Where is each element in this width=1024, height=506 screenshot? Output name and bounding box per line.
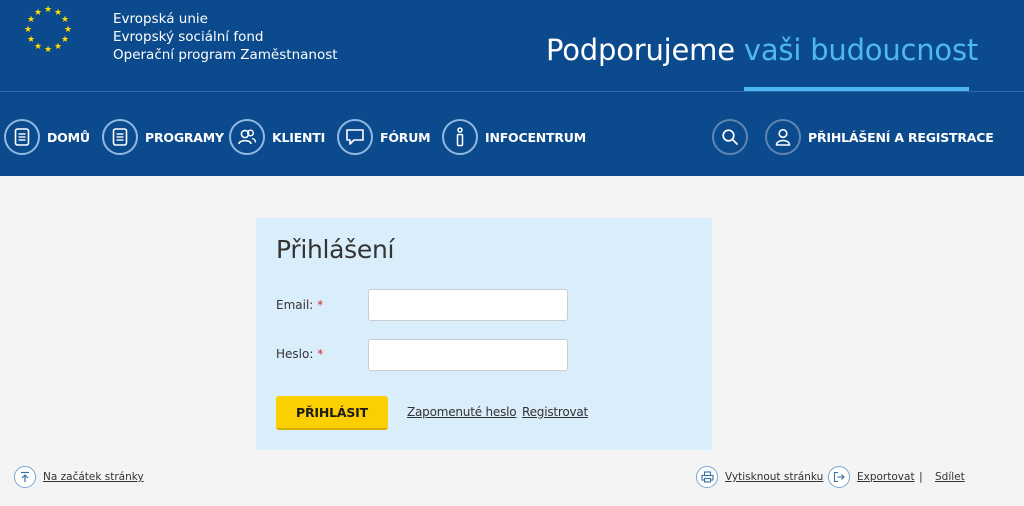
forgot-password-link[interactable]: Zapomenuté heslo: [407, 405, 517, 419]
printer-icon: [696, 466, 718, 488]
site-header: ★ ★ ★ ★ ★ ★ ★ ★ ★ ★ ★ ★ Evropská unie Ev…: [0, 0, 1024, 176]
search-button[interactable]: [712, 119, 755, 155]
nav-label-forum: FÓRUM: [380, 129, 431, 145]
slogan-main: Podporujeme: [546, 33, 744, 67]
eu-line-union: Evropská unie: [113, 11, 208, 27]
svg-text:★: ★: [27, 35, 35, 45]
users-icon: [229, 119, 265, 155]
nav-item-infocentrum[interactable]: INFOCENTRUM: [442, 119, 586, 155]
speech-bubble-icon: [337, 119, 373, 155]
info-icon: [442, 119, 478, 155]
svg-text:★: ★: [54, 42, 62, 52]
email-label-text: Email:: [276, 298, 314, 312]
header-divider: [0, 91, 1024, 92]
login-submit-button[interactable]: PŘIHLÁSIT: [276, 396, 388, 430]
required-mark: *: [317, 298, 324, 312]
header-slogan: Podporujeme vaši budoucnost: [546, 33, 978, 67]
email-input[interactable]: [368, 289, 568, 321]
document-icon: [4, 119, 40, 155]
nav-label-home: DOMŮ: [47, 129, 90, 145]
arrow-up-icon: [14, 466, 36, 488]
svg-text:★: ★: [24, 25, 32, 35]
footer-separator: |: [919, 470, 923, 483]
svg-text:★: ★: [34, 8, 42, 18]
eu-line-program: Operační program Zaměstnanost: [113, 47, 338, 63]
nav-label-clients: KLIENTI: [272, 129, 326, 145]
export-link[interactable]: Exportovat: [828, 466, 915, 488]
eu-flag-logo: ★ ★ ★ ★ ★ ★ ★ ★ ★ ★ ★ ★: [0, 0, 96, 63]
svg-text:★: ★: [44, 45, 52, 55]
back-to-top-link[interactable]: Na začátek stránky: [14, 466, 144, 488]
svg-text:★: ★: [34, 42, 42, 52]
register-link[interactable]: Registrovat: [522, 405, 588, 419]
nav-label-programs: PROGRAMY: [145, 129, 224, 145]
nav-label-infocentrum: INFOCENTRUM: [485, 129, 586, 145]
password-input[interactable]: [368, 339, 568, 371]
user-icon: [765, 119, 801, 155]
password-label-text: Heslo:: [276, 347, 314, 361]
print-page-label: Vytisknout stránku: [725, 471, 824, 483]
search-icon: [712, 119, 748, 155]
nav-item-forum[interactable]: FÓRUM: [337, 119, 431, 155]
svg-text:★: ★: [44, 5, 52, 15]
nav-item-home[interactable]: DOMŮ: [4, 119, 90, 155]
print-page-link[interactable]: Vytisknout stránku: [696, 466, 823, 488]
password-label: Heslo: *: [276, 347, 323, 361]
document-icon: [102, 119, 138, 155]
email-label: Email: *: [276, 298, 323, 312]
svg-text:★: ★: [61, 15, 69, 25]
export-icon: [828, 466, 850, 488]
nav-item-login-register[interactable]: PŘIHLÁŠENÍ A REGISTRACE: [765, 119, 994, 155]
login-title: Přihlášení: [276, 235, 395, 264]
share-link[interactable]: Sdílet: [935, 471, 965, 483]
svg-text:★: ★: [61, 35, 69, 45]
eu-line-fund: Evropský sociální fond: [113, 29, 264, 45]
nav-item-clients[interactable]: KLIENTI: [229, 119, 325, 155]
svg-text:★: ★: [64, 25, 72, 35]
nav-item-programs[interactable]: PROGRAMY: [102, 119, 224, 155]
login-panel: Přihlášení Email: * Heslo: * PŘIHLÁSIT Z…: [256, 218, 712, 450]
eu-program-text: Evropská unie Evropský sociální fond Ope…: [113, 10, 338, 64]
back-to-top-label: Na začátek stránky: [43, 471, 144, 483]
nav-label-login-register: PŘIHLÁŠENÍ A REGISTRACE: [808, 129, 994, 145]
export-label: Exportovat: [857, 471, 915, 483]
required-mark: *: [317, 347, 324, 361]
slogan-highlight: vaši budoucnost: [743, 33, 979, 67]
